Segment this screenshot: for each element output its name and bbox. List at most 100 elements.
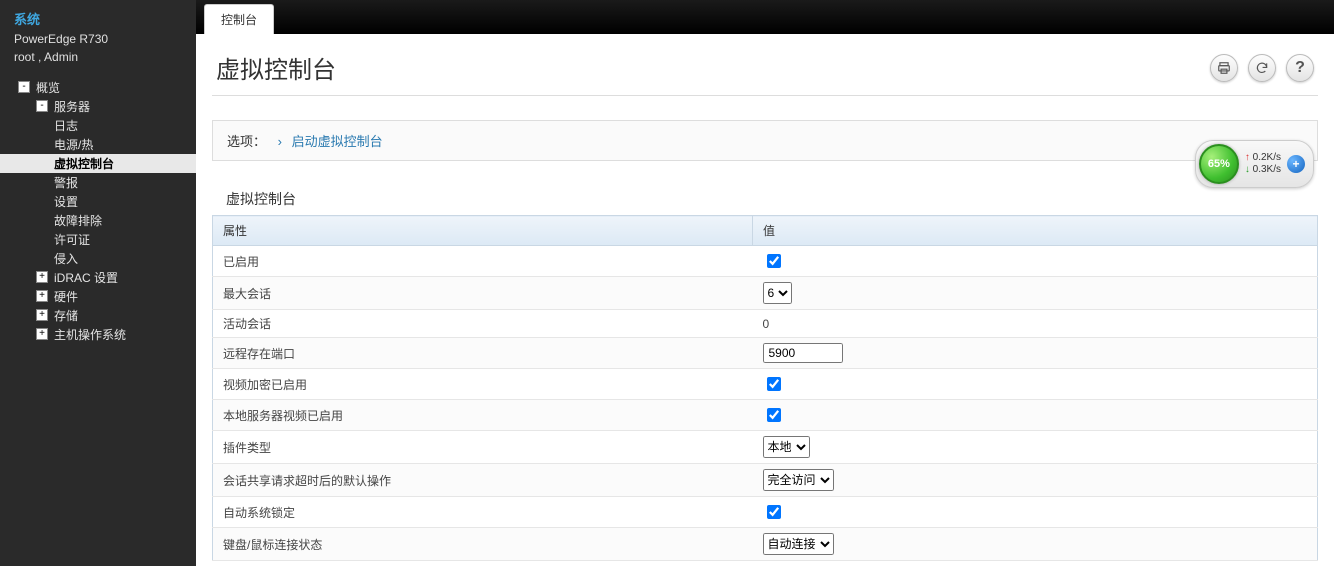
- expand-icon[interactable]: +: [36, 271, 48, 283]
- tree-item[interactable]: -服务器: [0, 97, 196, 116]
- tree-item[interactable]: + 存储: [0, 306, 196, 325]
- table-row: 键盘/鼠标连接状态自动连接: [213, 528, 1318, 561]
- tree-item-label: 侵入: [54, 250, 78, 267]
- table-row: 自动系统锁定: [213, 497, 1318, 528]
- col-attr: 属性: [213, 216, 753, 246]
- prop-label: 视频加密已启用: [213, 369, 753, 400]
- prop-value-cell: [753, 369, 1318, 400]
- tree-item-label: 硬件: [54, 288, 78, 305]
- network-widget[interactable]: 65% ↑ 0.2K/s ↓ 0.3K/s +: [1195, 140, 1314, 188]
- print-icon[interactable]: [1210, 54, 1238, 82]
- checkbox[interactable]: [767, 377, 781, 391]
- prop-value-cell: 完全访问: [753, 464, 1318, 497]
- table-row: 视频加密已启用: [213, 369, 1318, 400]
- page-header: 虚拟控制台 ?: [212, 34, 1318, 96]
- table-row: 本地服务器视频已启用: [213, 400, 1318, 431]
- tree-item-label: 许可证: [54, 231, 90, 248]
- help-icon[interactable]: ?: [1286, 54, 1314, 82]
- download-rate: 0.3K/s: [1253, 164, 1281, 175]
- system-header: 系统 PowerEdge R730 root , Admin: [0, 6, 196, 72]
- tree-item-label: 故障排除: [54, 212, 102, 229]
- prop-value-cell: 0: [753, 310, 1318, 338]
- checkbox[interactable]: [767, 505, 781, 519]
- tree-item-label: 警报: [54, 174, 78, 191]
- tree-item-label: 电源/热: [54, 136, 93, 153]
- text-input[interactable]: [763, 343, 843, 363]
- tree-item[interactable]: + 主机操作系统: [0, 325, 196, 344]
- nav-tree: -概览-服务器日志电源/热虚拟控制台警报设置故障排除许可证侵入+iDRAC 设置…: [0, 78, 196, 344]
- select[interactable]: 本地: [763, 436, 810, 458]
- tab-bar: 控制台: [196, 0, 1334, 34]
- table-row: 已启用: [213, 246, 1318, 277]
- select[interactable]: 自动连接: [763, 533, 834, 555]
- select[interactable]: 完全访问: [763, 469, 834, 491]
- prop-label: 活动会话: [213, 310, 753, 338]
- checkbox[interactable]: [767, 408, 781, 422]
- upload-rate: 0.2K/s: [1253, 152, 1281, 163]
- prop-value-cell: [753, 497, 1318, 528]
- tree-item-label: 主机操作系统: [54, 326, 126, 343]
- collapse-icon[interactable]: -: [36, 100, 48, 112]
- prop-label: 插件类型: [213, 431, 753, 464]
- tree-item[interactable]: + iDRAC 设置: [0, 268, 196, 287]
- system-user: root , Admin: [14, 48, 182, 66]
- collapse-icon[interactable]: -: [18, 81, 30, 93]
- chevron-right-icon: ›: [278, 134, 282, 149]
- prop-value-cell: 本地: [753, 431, 1318, 464]
- expand-icon[interactable]: +: [36, 290, 48, 302]
- tree-item[interactable]: 设置: [0, 192, 196, 211]
- launch-console-link[interactable]: 启动虚拟控制台: [292, 134, 383, 149]
- plus-icon[interactable]: +: [1287, 155, 1305, 173]
- arrow-down-icon: ↓: [1245, 164, 1250, 175]
- tree-item[interactable]: 日志: [0, 116, 196, 135]
- system-model: PowerEdge R730: [14, 30, 182, 48]
- prop-label: 本地服务器视频已启用: [213, 400, 753, 431]
- checkbox[interactable]: [767, 254, 781, 268]
- prop-label: 远程存在端口: [213, 338, 753, 369]
- table-row: 活动会话 0: [213, 310, 1318, 338]
- prop-value-cell: 自动连接: [753, 528, 1318, 561]
- cpu-percent-badge: 65%: [1199, 144, 1239, 184]
- main-panel: 控制台 虚拟控制台 ? 选项： › 启动虚拟控制台: [196, 0, 1334, 566]
- tree-item-label: 虚拟控制台: [54, 155, 114, 172]
- prop-value-cell: [753, 338, 1318, 369]
- prop-value-cell: [753, 246, 1318, 277]
- prop-label: 已启用: [213, 246, 753, 277]
- tree-item[interactable]: 故障排除: [0, 211, 196, 230]
- tree-item[interactable]: 侵入: [0, 249, 196, 268]
- tree-item[interactable]: + 硬件: [0, 287, 196, 306]
- tree-item-label: 概览: [36, 79, 60, 96]
- arrow-up-icon: ↑: [1245, 152, 1250, 163]
- tree-item[interactable]: 警报: [0, 173, 196, 192]
- prop-label: 最大会话: [213, 277, 753, 310]
- tree-item-label: iDRAC 设置: [54, 269, 118, 286]
- col-val: 值: [753, 216, 1318, 246]
- prop-value-cell: 6: [753, 277, 1318, 310]
- table-row: 最大会话 6: [213, 277, 1318, 310]
- tree-item-label: 服务器: [54, 98, 90, 115]
- properties-table: 属性 值 已启用最大会话 6 活动会话 0 远程存在端口视频加密已启用本地服务器视频已启…: [212, 215, 1318, 561]
- refresh-icon[interactable]: [1248, 54, 1276, 82]
- section-title: 虚拟控制台: [226, 189, 1318, 209]
- select[interactable]: 6: [763, 282, 792, 304]
- tab-console[interactable]: 控制台: [204, 4, 274, 34]
- page-title: 虚拟控制台: [216, 50, 336, 85]
- readonly-value: 0: [763, 317, 770, 331]
- tree-item[interactable]: 许可证: [0, 230, 196, 249]
- tree-item[interactable]: 电源/热: [0, 135, 196, 154]
- system-label: 系统: [14, 10, 182, 30]
- expand-icon[interactable]: +: [36, 309, 48, 321]
- prop-label: 自动系统锁定: [213, 497, 753, 528]
- tree-item-label: 存储: [54, 307, 78, 324]
- tree-item[interactable]: 虚拟控制台: [0, 154, 196, 173]
- options-bar: 选项： › 启动虚拟控制台: [212, 120, 1318, 161]
- options-label: 选项：: [227, 134, 266, 149]
- tree-item[interactable]: -概览: [0, 78, 196, 97]
- tree-item-label: 日志: [54, 117, 78, 134]
- table-row: 会话共享请求超时后的默认操作完全访问: [213, 464, 1318, 497]
- prop-label: 会话共享请求超时后的默认操作: [213, 464, 753, 497]
- prop-label: 键盘/鼠标连接状态: [213, 528, 753, 561]
- table-row: 插件类型本地: [213, 431, 1318, 464]
- expand-icon[interactable]: +: [36, 328, 48, 340]
- sidebar: 系统 PowerEdge R730 root , Admin -概览-服务器日志…: [0, 0, 196, 566]
